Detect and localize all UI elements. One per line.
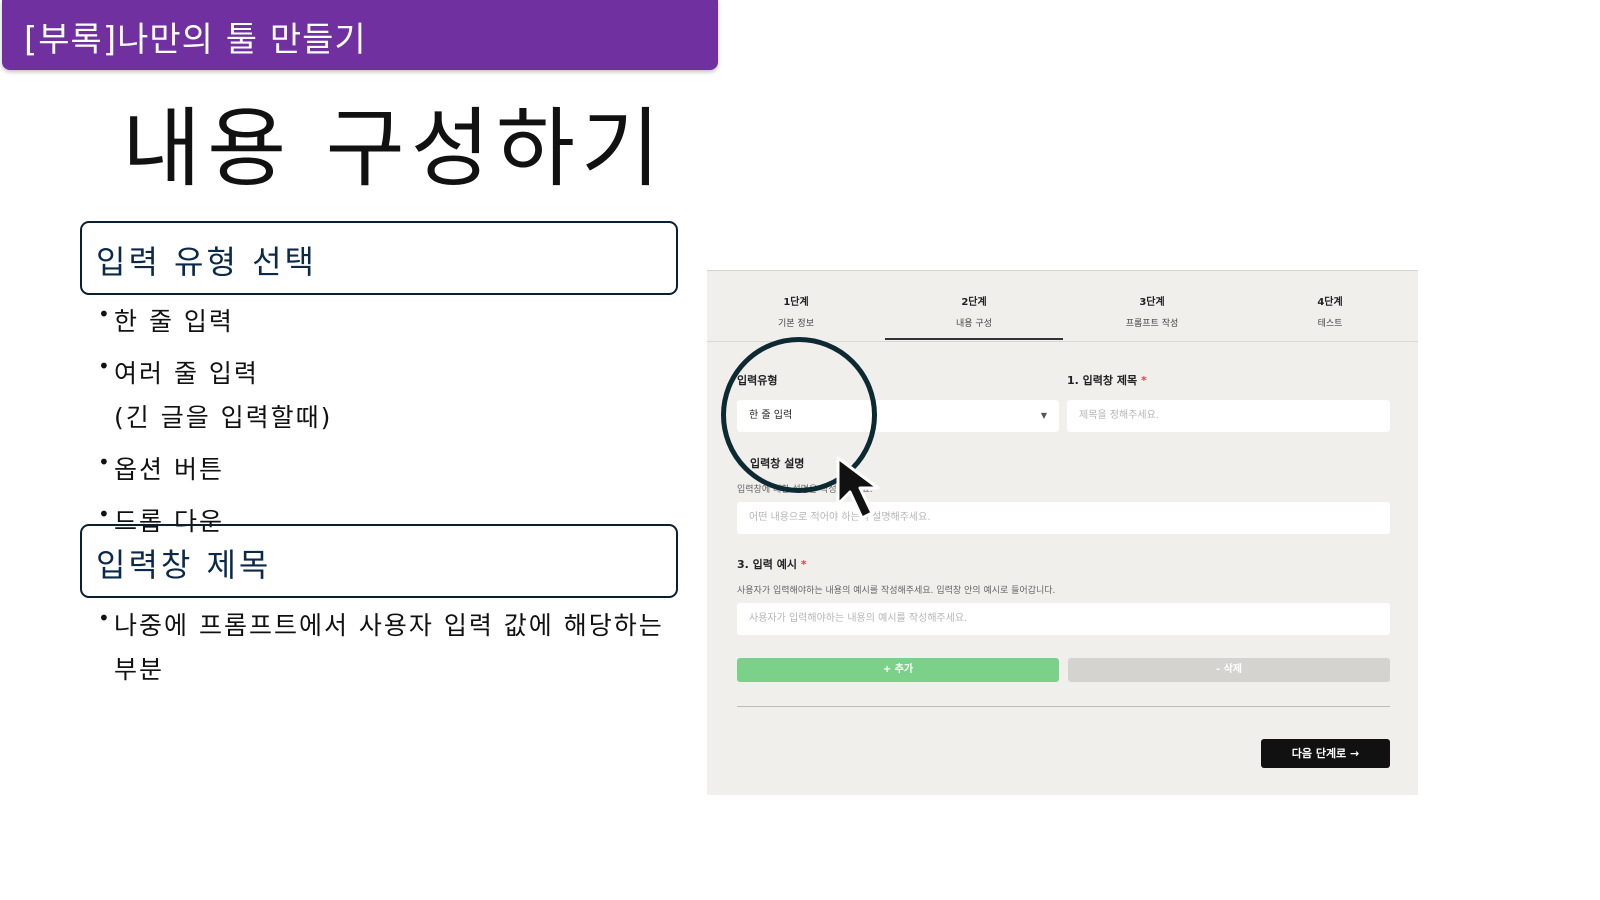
bullet-prompt-part: 나중에 프롬프트에서 사용자 입력 값에 해당하는 부분 <box>98 606 664 686</box>
step-label: 프롬프트 작성 <box>1125 319 1179 329</box>
active-step-indicator <box>885 338 1063 340</box>
input-example-label: 3. 입력 예시 * <box>737 556 807 572</box>
bullet-multi-line: 여러 줄 입력 (긴 글을 입력할때) <box>98 354 332 434</box>
bullet-option-button: 옵션 버튼 <box>98 450 332 486</box>
chevron-down-icon: ▼ <box>1040 411 1047 420</box>
input-example-label-text: 3. 입력 예시 <box>737 558 797 571</box>
step-label: 내용 구성 <box>956 319 992 329</box>
bullet-text: 한 줄 입력 <box>114 307 234 336</box>
required-marker: * <box>1140 374 1147 387</box>
slide-title: 내용 구성하기 <box>122 99 667 199</box>
required-marker: * <box>800 558 807 571</box>
input-title-label: 1. 입력창 제목 * <box>1067 372 1147 388</box>
step-number: 2단계 <box>961 297 987 308</box>
bullet-text: 나중에 프롬프트에서 사용자 입력 값에 해당하는 <box>114 611 664 640</box>
input-type-box: 입력 유형 선택 <box>80 221 678 295</box>
input-title-box: 입력창 제목 <box>80 524 678 598</box>
input-type-heading: 입력 유형 선택 <box>96 243 317 281</box>
input-example-help: 사용자가 입력해야하는 내용의 예시를 작성해주세요. 입력창 안의 예시로 들… <box>737 586 1056 596</box>
bullet-text: 옵션 버튼 <box>114 455 224 484</box>
step-number: 1단계 <box>783 297 809 308</box>
divider <box>737 706 1390 707</box>
step-number: 4단계 <box>1317 297 1343 308</box>
banner-title: [부록]나만의 툴 만들기 <box>24 20 367 60</box>
step-number: 3단계 <box>1139 297 1165 308</box>
add-button[interactable]: + 추가 <box>737 658 1059 682</box>
bullet-text: 여러 줄 입력 <box>114 359 259 388</box>
bullet-subtext: 부분 <box>114 655 165 684</box>
input-title-list: 나중에 프롬프트에서 사용자 입력 값에 해당하는 부분 <box>98 606 664 686</box>
next-step-button[interactable]: 다음 단계로 → <box>1261 739 1390 768</box>
input-type-list: 한 줄 입력 여러 줄 입력 (긴 글을 입력할때) 옵션 버튼 드롭 다운 <box>98 302 332 538</box>
step-label: 기본 정보 <box>778 319 814 329</box>
input-title-heading: 입력창 제목 <box>96 546 272 584</box>
input-example-field[interactable]: 사용자가 입력해야하는 내용의 예시를 작성해주세요. <box>737 603 1390 635</box>
step-tab-3[interactable]: 3단계 프롬프트 작성 <box>1063 293 1241 329</box>
input-title-label-text: 1. 입력창 제목 <box>1067 374 1138 387</box>
step-tabs: 1단계 기본 정보 2단계 내용 구성 3단계 프롬프트 작성 4단계 테스트 <box>707 271 1418 342</box>
delete-button[interactable]: - 삭제 <box>1068 658 1390 682</box>
step-tab-1[interactable]: 1단계 기본 정보 <box>707 293 885 329</box>
section-banner: [부록]나만의 툴 만들기 <box>2 0 718 70</box>
mouse-pointer-icon <box>836 456 880 520</box>
step-tab-4[interactable]: 4단계 테스트 <box>1241 293 1418 329</box>
bullet-subtext: (긴 글을 입력할때) <box>114 403 333 432</box>
input-title-field[interactable]: 제목을 정해주세요. <box>1067 400 1390 432</box>
step-tab-2[interactable]: 2단계 내용 구성 <box>885 293 1063 329</box>
bullet-single-line: 한 줄 입력 <box>98 302 332 338</box>
step-label: 테스트 <box>1317 319 1343 329</box>
